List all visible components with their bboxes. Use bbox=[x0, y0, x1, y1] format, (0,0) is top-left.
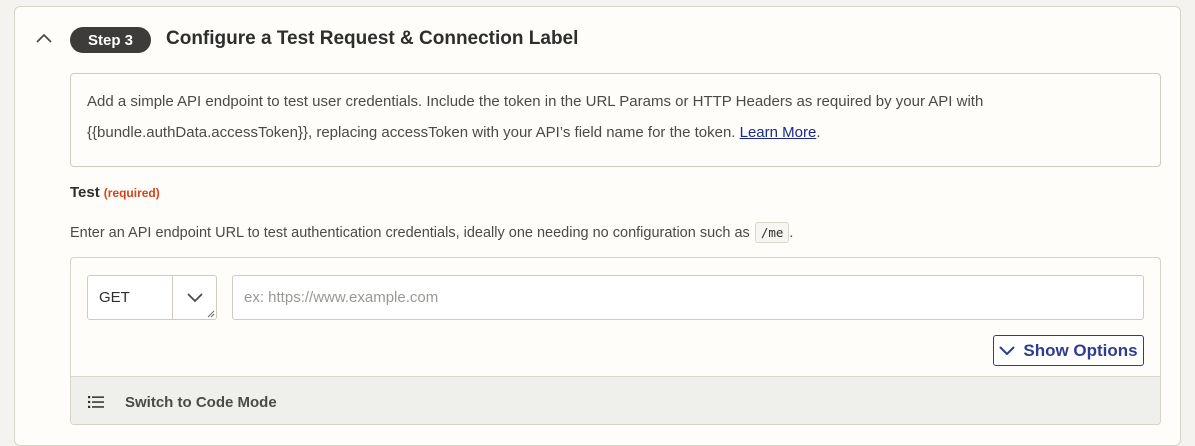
collapse-button[interactable] bbox=[33, 27, 55, 49]
chevron-up-icon bbox=[36, 34, 52, 43]
step-card: Step 3 Configure a Test Request & Connec… bbox=[14, 6, 1181, 446]
learn-more-link[interactable]: Learn More bbox=[740, 124, 817, 141]
request-panel: GET Show Options bbox=[70, 257, 1161, 425]
show-options-label: Show Options bbox=[1023, 340, 1138, 360]
required-indicator: (required) bbox=[103, 186, 160, 200]
test-help-text: Enter an API endpoint URL to test authen… bbox=[70, 222, 793, 243]
method-value: GET bbox=[99, 289, 130, 306]
help-code-chip: /me bbox=[754, 222, 790, 243]
code-mode-label: Switch to Code Mode bbox=[125, 393, 277, 411]
test-label-text: Test bbox=[70, 184, 100, 201]
show-options-button[interactable]: Show Options bbox=[993, 335, 1144, 366]
help-text-end: . bbox=[789, 224, 794, 241]
step-badge: Step 3 bbox=[70, 27, 151, 53]
help-text-content: Enter an API endpoint URL to test authen… bbox=[70, 224, 750, 241]
method-dropdown-toggle[interactable] bbox=[172, 276, 216, 319]
info-text-line-2: {{bundle.authData.accessToken}}, replaci… bbox=[87, 117, 1144, 148]
chevron-down-icon bbox=[999, 346, 1015, 355]
info-period: . bbox=[816, 124, 821, 141]
step-title: Configure a Test Request & Connection La… bbox=[166, 28, 579, 49]
list-icon bbox=[88, 396, 104, 408]
url-input[interactable] bbox=[232, 275, 1144, 320]
info-text-line-1: Add a simple API endpoint to test user c… bbox=[87, 93, 984, 110]
method-select[interactable]: GET bbox=[87, 275, 217, 320]
resize-grip-icon[interactable] bbox=[207, 310, 215, 318]
test-field-label: Test (required) bbox=[70, 184, 160, 201]
chevron-down-icon bbox=[187, 293, 202, 302]
info-text-line-2-content: {{bundle.authData.accessToken}}, replaci… bbox=[87, 124, 740, 141]
switch-code-mode-button[interactable]: Switch to Code Mode bbox=[71, 376, 1160, 424]
info-box: Add a simple API endpoint to test user c… bbox=[70, 73, 1161, 167]
